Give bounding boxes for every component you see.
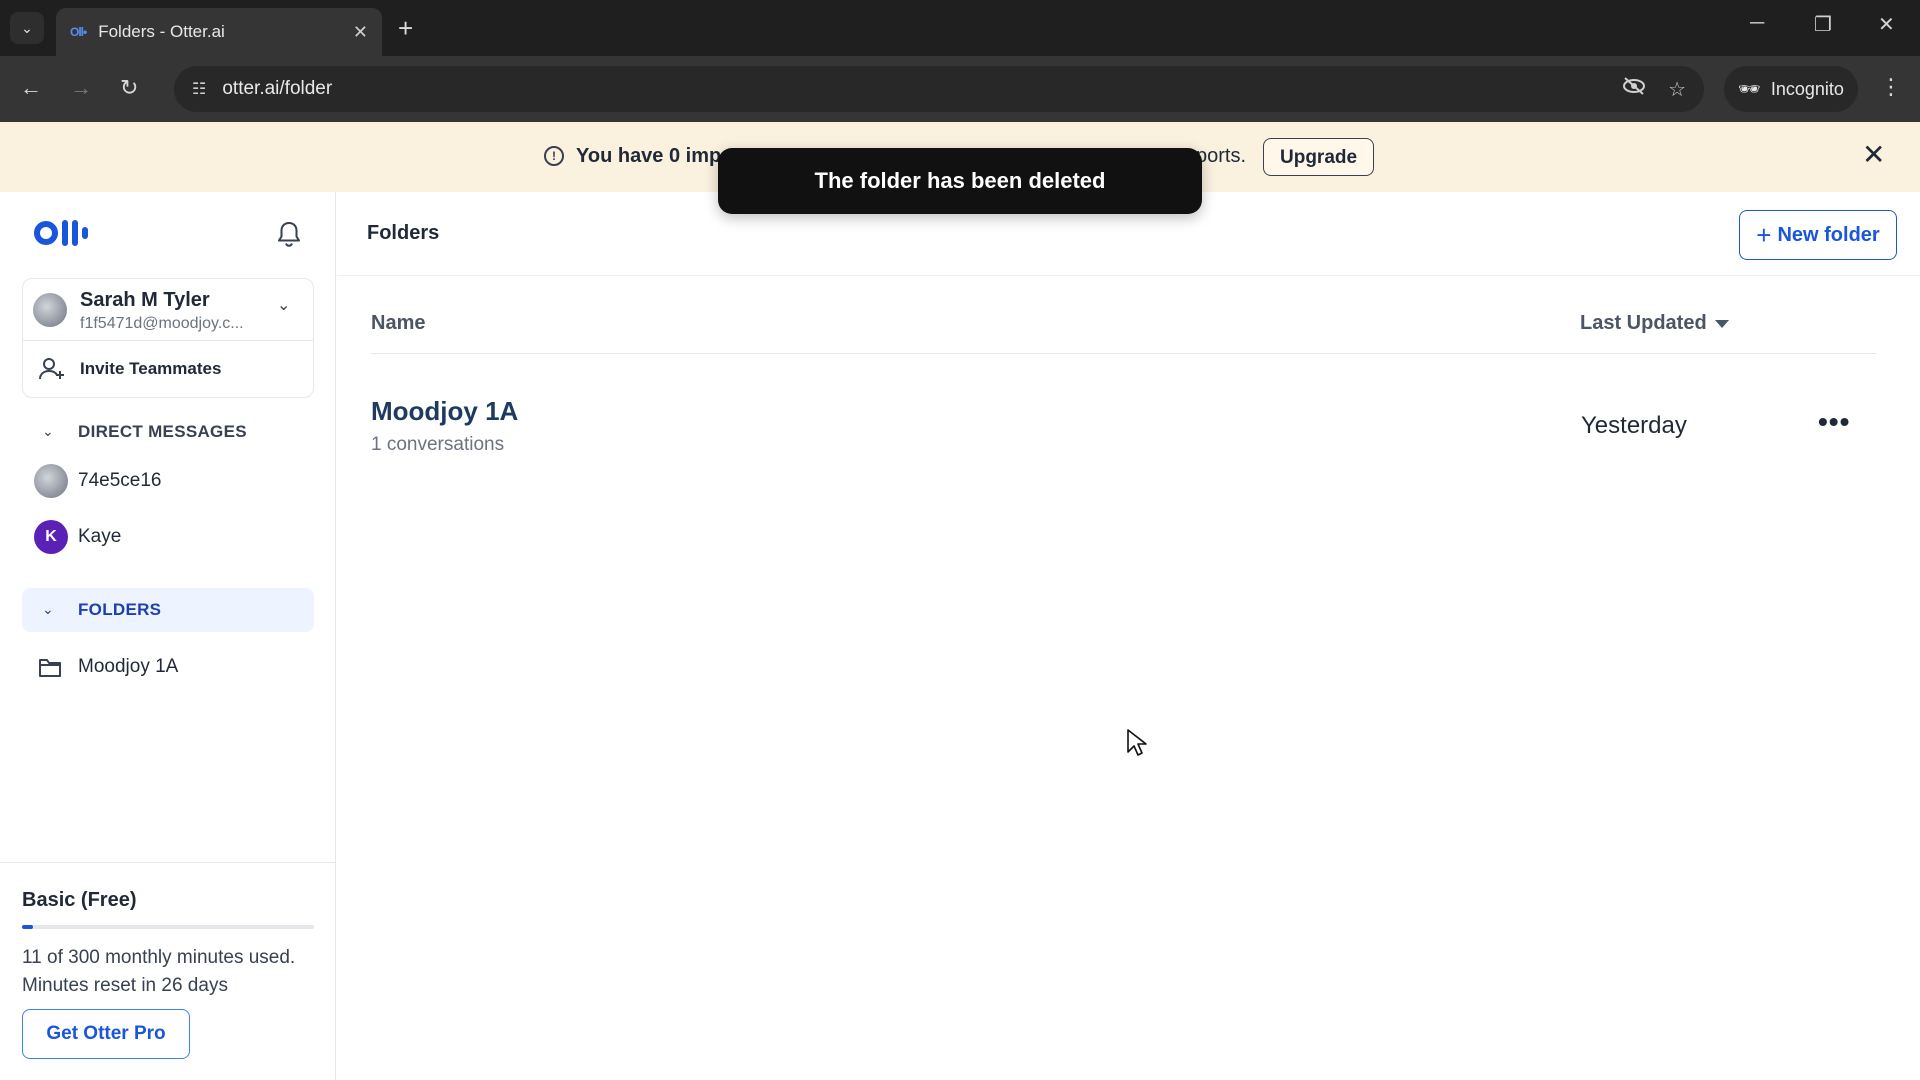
logo-bar — [62, 220, 68, 246]
minimize-icon[interactable]: ─ — [1750, 12, 1764, 35]
incognito-indicator[interactable]: 🕶 Incognito — [1724, 66, 1858, 112]
new-tab-icon[interactable]: + — [398, 14, 413, 42]
user-card: Sarah M Tyler f1f5471d@moodjoy.c... ⌄ In… — [22, 278, 314, 398]
invite-teammates-button[interactable]: Invite Teammates — [23, 341, 313, 397]
avatar — [34, 464, 68, 498]
url-text[interactable]: otter.ai/folder — [222, 78, 1600, 100]
chevron-down-icon: ⌄ — [42, 423, 54, 439]
star-icon[interactable]: ☆ — [1668, 77, 1686, 102]
column-last-updated: Last Updated — [1580, 312, 1707, 334]
forward-icon[interactable]: → — [70, 74, 92, 102]
eye-off-icon[interactable] — [1622, 76, 1646, 102]
close-icon[interactable]: ✕ — [353, 22, 368, 43]
sidebar-item-dm[interactable]: K Kaye — [22, 514, 314, 560]
get-otter-pro-button[interactable]: Get Otter Pro — [22, 1009, 190, 1059]
avatar: K — [34, 520, 68, 554]
back-icon[interactable]: ← — [20, 74, 42, 102]
direct-messages-heading: DIRECT MESSAGES — [78, 422, 247, 441]
table-header: Name Last Updated — [370, 296, 1876, 354]
more-options-icon[interactable]: ••• — [1818, 406, 1850, 438]
direct-messages-toggle[interactable]: ⌄ DIRECT MESSAGES — [22, 410, 314, 454]
avatar — [33, 293, 67, 327]
reset-text: Minutes reset in 26 days — [22, 975, 228, 996]
sidebar-item-folder[interactable]: Moodjoy 1A — [22, 644, 314, 690]
folder-icon — [38, 656, 62, 683]
incognito-icon: 🕶 — [1738, 78, 1761, 99]
window-close-icon[interactable]: ✕ — [1878, 12, 1895, 37]
folders-toggle[interactable]: ⌄ FOLDERS — [22, 588, 314, 632]
dm-label: Kaye — [78, 526, 122, 547]
sort-last-updated[interactable]: Last Updated — [1580, 312, 1729, 335]
minutes-progress — [22, 925, 314, 929]
table-row[interactable]: Moodjoy 1A 1 conversations Yesterday ••• — [370, 384, 1876, 466]
chevron-down-icon: ⌄ — [42, 601, 54, 617]
folder-subtitle: 1 conversations — [371, 434, 505, 455]
mouse-cursor-icon — [1126, 728, 1148, 763]
add-user-icon — [39, 357, 65, 386]
tab-title: Folders - Otter.ai — [98, 22, 225, 41]
browser-tab[interactable]: Oll• Folders - Otter.ai ✕ — [56, 8, 382, 56]
new-folder-label: New folder — [1777, 223, 1880, 246]
caret-down-icon — [1714, 319, 1729, 328]
logo-bar — [72, 220, 78, 246]
page-title: Folders — [367, 222, 440, 244]
logo-bar — [82, 227, 88, 239]
banner-text: You have 0 imp — [576, 145, 722, 167]
sidebar: Sarah M Tyler f1f5471d@moodjoy.c... ⌄ In… — [0, 192, 336, 1080]
restore-icon[interactable]: ❐ — [1814, 12, 1832, 37]
address-bar[interactable]: ☷ otter.ai/folder ☆ — [174, 66, 1704, 112]
otter-favicon-icon: Oll• — [70, 25, 87, 39]
upgrade-button[interactable]: Upgrade — [1263, 138, 1375, 176]
folder-title[interactable]: Moodjoy 1A — [371, 396, 518, 427]
user-name: Sarah M Tyler — [80, 289, 210, 311]
toast-notification: The folder has been deleted — [718, 148, 1202, 214]
info-icon: ! — [544, 146, 564, 166]
browser-toolbar: ← → ↻ ☷ otter.ai/folder ☆ 🕶 Incognito ⋮ — [0, 56, 1920, 122]
plan-panel: Basic (Free) 11 of 300 monthly minutes u… — [0, 862, 335, 1080]
bell-icon[interactable] — [276, 220, 302, 253]
column-name: Name — [371, 312, 426, 334]
banner-close-icon[interactable]: ✕ — [1862, 140, 1885, 170]
minutes-progress-fill — [22, 925, 33, 929]
new-folder-button[interactable]: + New folder — [1739, 210, 1897, 260]
folder-label: Moodjoy 1A — [78, 656, 179, 677]
user-switcher[interactable]: Sarah M Tyler f1f5471d@moodjoy.c... ⌄ — [23, 279, 313, 341]
site-settings-icon[interactable]: ☷ — [192, 79, 206, 99]
reload-icon[interactable]: ↻ — [120, 74, 138, 102]
chevron-down-icon[interactable]: ⌄ — [277, 295, 290, 315]
usage-text: 11 of 300 monthly minutes used. — [22, 947, 296, 968]
folder-updated: Yesterday — [1581, 412, 1687, 439]
invite-teammates-label: Invite Teammates — [80, 359, 222, 378]
plan-name: Basic (Free) — [22, 889, 137, 911]
kebab-menu-icon[interactable]: ⋮ — [1880, 74, 1902, 100]
plus-icon: + — [1756, 220, 1772, 250]
sidebar-item-dm[interactable]: 74e5ce16 — [22, 458, 314, 504]
dm-label: 74e5ce16 — [78, 470, 162, 491]
browser-tab-bar: ⌄ Oll• Folders - Otter.ai ✕ + ─ ❐ ✕ — [0, 0, 1920, 56]
folders-heading: FOLDERS — [78, 600, 162, 619]
incognito-label: Incognito — [1770, 78, 1844, 99]
banner-text-end: ports. — [1196, 145, 1247, 167]
user-email: f1f5471d@moodjoy.c... — [80, 315, 244, 332]
otter-logo[interactable] — [34, 220, 88, 246]
logo-circle — [34, 221, 58, 245]
tab-search-icon[interactable]: ⌄ — [10, 12, 44, 44]
